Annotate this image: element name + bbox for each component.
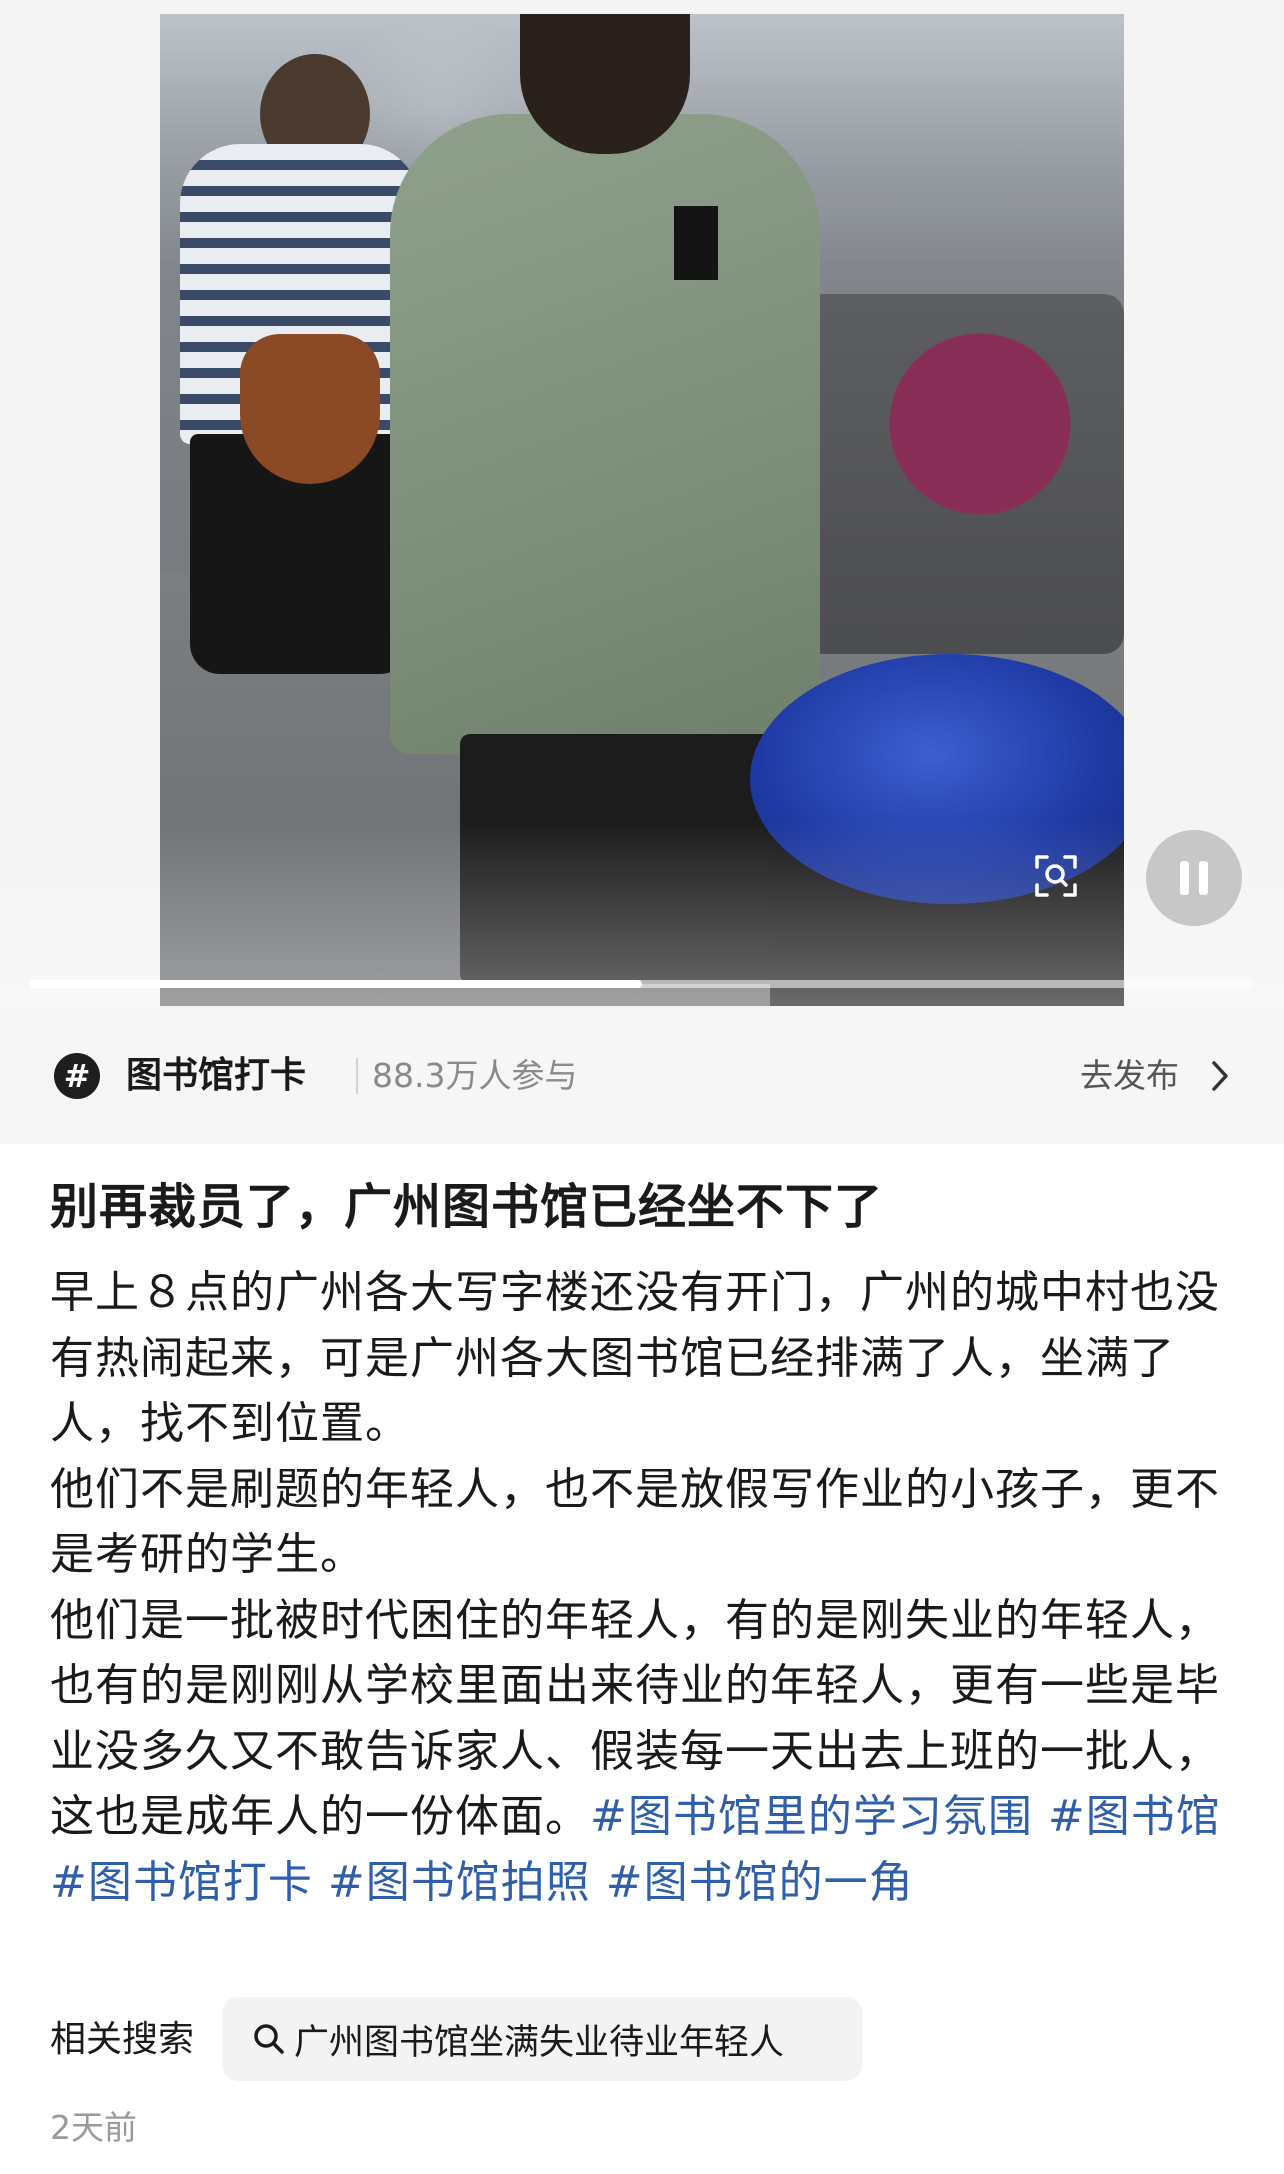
hashtag-icon: # bbox=[54, 1053, 100, 1099]
man-shorts bbox=[460, 734, 780, 984]
wheelchair bbox=[780, 294, 1124, 654]
man-green-shirt bbox=[390, 114, 820, 754]
chevron-right-icon[interactable] bbox=[1210, 1059, 1230, 1093]
video-frame bbox=[160, 14, 1124, 1006]
woman-bag bbox=[240, 334, 380, 484]
video-progress-bar[interactable] bbox=[30, 980, 1254, 988]
video-progress-fill bbox=[30, 980, 642, 988]
shirt-label bbox=[674, 206, 718, 280]
article-title: 别再裁员了，广州图书馆已经坐不下了 bbox=[50, 1179, 884, 1235]
pause-button[interactable] bbox=[1146, 830, 1242, 926]
pause-icon bbox=[1175, 861, 1213, 895]
topic-participants: 88.3万人参与 bbox=[372, 1056, 578, 1095]
topic-divider bbox=[356, 1058, 358, 1094]
related-search-query: 广州图书馆坐满失业待业年轻人 bbox=[294, 2022, 785, 2063]
article-paragraph: 他们是一批被时代困住的年轻人，有的是刚失业的年轻人，也有的是刚刚从学校里面出来待… bbox=[50, 1588, 1240, 1916]
hashtag-link[interactable]: #图书馆的一角 bbox=[606, 1857, 914, 1908]
topic-name[interactable]: 图书馆打卡 bbox=[126, 1050, 306, 1102]
video-player[interactable] bbox=[0, 0, 1284, 1006]
article-paragraph: 早上８点的广州各大写字楼还没有开门，广州的城中村也没有热闹起来，可是广州各大图书… bbox=[50, 1267, 1220, 1449]
search-icon bbox=[254, 2024, 284, 2054]
article-paragraph: 他们不是刷题的年轻人，也不是放假写作业的小孩子，更不是考研的学生。 bbox=[50, 1463, 1220, 1581]
related-search-chip[interactable]: 广州图书馆坐满失业待业年轻人 bbox=[222, 1997, 862, 2081]
hashtag-link[interactable]: #图书馆里的学习氛围 bbox=[590, 1791, 1033, 1842]
image-search-button[interactable] bbox=[1030, 850, 1082, 902]
publish-link[interactable]: 去发布 bbox=[1080, 1052, 1179, 1100]
hashtag-link[interactable]: #图书馆打卡 bbox=[50, 1857, 313, 1908]
related-search-label: 相关搜索 bbox=[50, 2019, 195, 2060]
hashtag-link[interactable]: #图书馆 bbox=[1048, 1791, 1221, 1842]
image-search-icon bbox=[1035, 855, 1077, 897]
article-body: 早上８点的广州各大写字楼还没有开门，广州的城中村也没有热闹起来，可是广州各大图书… bbox=[50, 1260, 1240, 1915]
post-timestamp: 2天前 bbox=[50, 2108, 137, 2147]
hashtag-link[interactable]: #图书馆拍照 bbox=[328, 1857, 591, 1908]
